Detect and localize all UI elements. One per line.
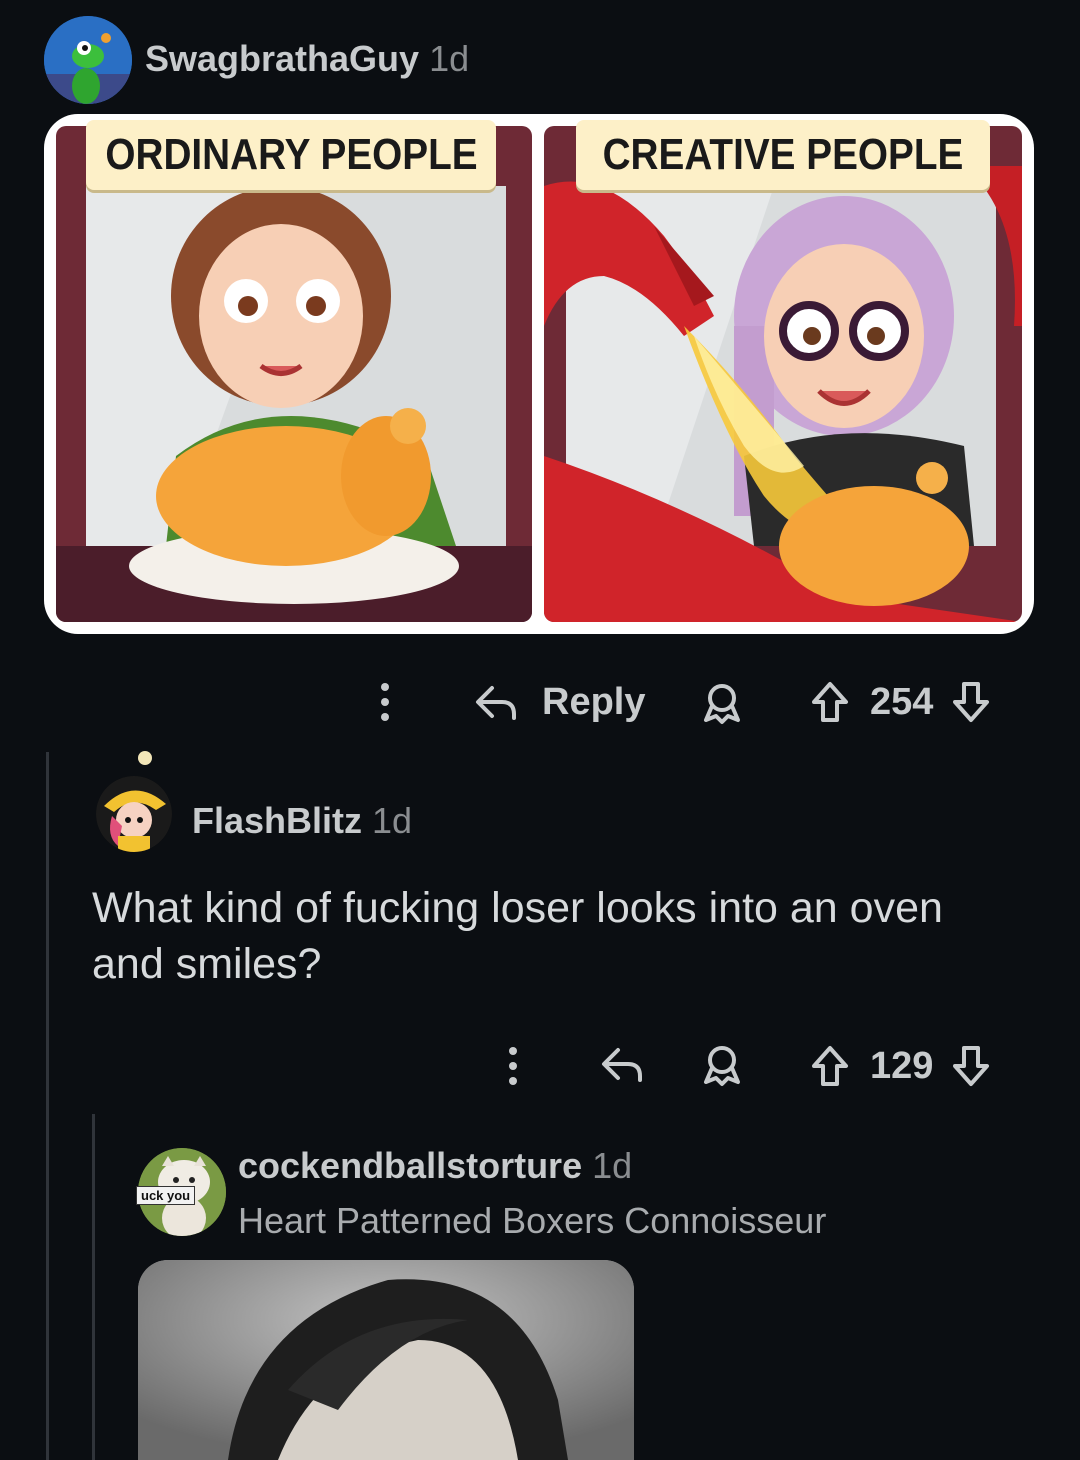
comment-age: 1d	[372, 800, 413, 841]
award-icon[interactable]	[700, 1044, 744, 1088]
comment-image[interactable]: ORDINARY PEOPLE CREATIVE PEOPLE	[44, 114, 1034, 634]
creative-people-panel	[544, 126, 1022, 622]
username[interactable]: cockendballstorture	[238, 1145, 582, 1186]
thread-line[interactable]	[92, 1114, 95, 1460]
comment-image[interactable]	[138, 1260, 634, 1460]
badge-dot	[138, 751, 152, 765]
username[interactable]: SwagbrathaGuy	[145, 38, 419, 79]
downvote-icon[interactable]	[951, 1044, 991, 1088]
avatar[interactable]	[44, 16, 132, 104]
award-icon[interactable]	[700, 682, 744, 726]
comment-header: SwagbrathaGuy 1d	[145, 38, 469, 80]
comment-header: FlashBlitz 1d	[192, 800, 412, 842]
downvote-icon[interactable]	[951, 680, 991, 724]
reply-label: Reply	[542, 680, 646, 723]
reply-button[interactable]: Reply	[474, 678, 645, 726]
user-flair: Heart Patterned Boxers Connoisseur	[238, 1200, 827, 1241]
vote-score: 254	[870, 680, 934, 723]
creative-people-caption: CREATIVE PEOPLE	[576, 120, 990, 190]
comment-age: 1d	[592, 1145, 633, 1186]
comment-header: cockendballstorture 1d	[238, 1145, 632, 1187]
username[interactable]: FlashBlitz	[192, 800, 362, 841]
thread-line[interactable]	[46, 752, 49, 1460]
more-options-icon[interactable]	[500, 1044, 526, 1088]
ordinary-people-panel	[56, 126, 532, 622]
comment-body: What kind of fucking loser looks into an…	[92, 884, 943, 988]
avatar-caption: uck you	[136, 1186, 196, 1205]
vote-controls: 129	[810, 1042, 991, 1090]
vote-score: 129	[870, 1044, 934, 1087]
reply-icon[interactable]	[600, 1044, 644, 1084]
ordinary-people-caption: ORDINARY PEOPLE	[86, 120, 496, 190]
more-options-icon[interactable]	[372, 680, 398, 724]
reply-icon	[474, 682, 518, 722]
upvote-icon[interactable]	[810, 1044, 850, 1088]
vote-controls: 254	[810, 678, 991, 726]
upvote-icon[interactable]	[810, 680, 850, 724]
avatar[interactable]	[96, 776, 172, 852]
comment-age: 1d	[429, 38, 470, 79]
